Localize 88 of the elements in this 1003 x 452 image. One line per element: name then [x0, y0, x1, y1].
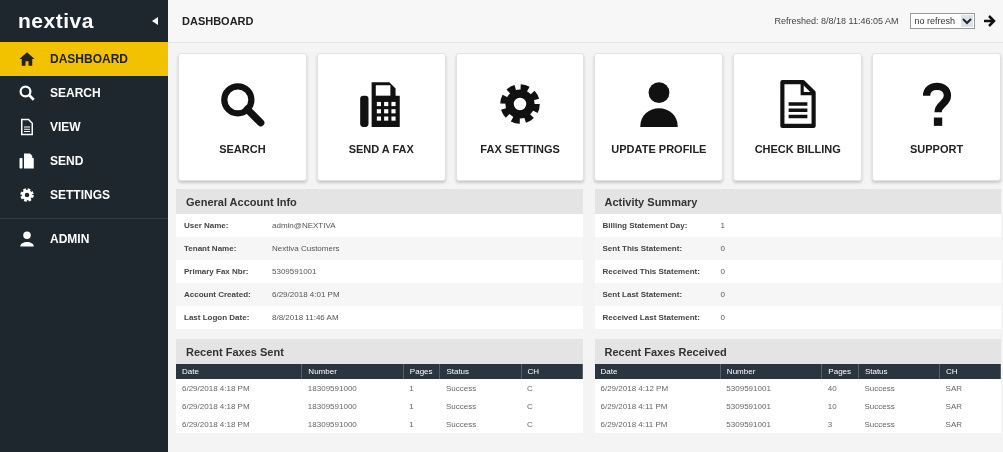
sidebar-item[interactable]: DASHBOARD [0, 42, 168, 76]
field-value: 6/29/2018 4:01 PM [272, 290, 340, 299]
field-value: 0 [720, 290, 725, 299]
panel-title: Recent Faxes Received [604, 345, 727, 358]
column-header[interactable]: Date [176, 364, 302, 379]
field-value: 1 [720, 221, 725, 230]
table-cell-text: 6/29/2018 4:18 PM [181, 418, 251, 431]
field-label: Tenant Name: [184, 244, 238, 253]
field-label: Received Last Statement: [602, 313, 701, 322]
field-value: 8/8/2018 11:46 AM [272, 313, 339, 322]
field-value: 0 [720, 244, 725, 253]
logo: nextiva [18, 9, 94, 33]
table-cell-text: 1 [408, 418, 415, 431]
sidebar-item[interactable]: SEND [0, 144, 168, 178]
panel-title: Recent Faxes Sent [186, 345, 284, 358]
column-header[interactable]: CH [939, 364, 1001, 379]
table-cell-text: SAR [944, 400, 964, 413]
sidebar-item[interactable]: VIEW [0, 110, 168, 144]
page-title: DASHBOARD [182, 15, 255, 27]
field-label: Sent Last Statement: [602, 290, 684, 299]
table-cell-text: 5309591001 [725, 400, 772, 413]
table-cell-text: 6/29/2018 4:11 PM [599, 418, 669, 431]
document-icon [18, 118, 36, 136]
field-label: Billing Statement Day: [602, 221, 689, 230]
table-cell: 6/29/2018 4:12 PM [594, 379, 721, 397]
column-header[interactable]: Number [301, 364, 404, 379]
dashboard-tile[interactable]: SUPPORT [872, 53, 1001, 181]
column-header[interactable]: Status [439, 364, 522, 379]
dashboard-tile[interactable]: CHECK BILLING [733, 53, 863, 181]
home-icon [18, 50, 36, 68]
table-cell: 1 [403, 379, 440, 397]
table-cell-text: C [526, 400, 534, 413]
table-cell-text: 6/29/2018 4:18 PM [181, 400, 251, 413]
table-cell-text: 5309591001 [725, 418, 772, 431]
field-value: Nextiva Customers [272, 244, 340, 253]
sidebar-item[interactable]: SEARCH [0, 76, 168, 110]
collapse-icon[interactable] [152, 17, 158, 25]
field-value: admin@NEXTIVA [272, 221, 336, 230]
table-cell-text: C [526, 418, 534, 431]
field-value: 0 [720, 313, 725, 322]
table-cell-text: 18309591000 [306, 418, 358, 431]
refresh-select[interactable]: no refresh [910, 13, 975, 29]
table-cell-text: 18309591000 [306, 400, 358, 413]
refreshed-time: Refreshed: 8/8/18 11:46:05 AM [774, 16, 899, 26]
table-cell: 5309591001 [720, 379, 822, 397]
panel-title: Activity Summary [604, 195, 698, 208]
table-cell-text: SAR [944, 418, 964, 431]
table-cell-text: Success [444, 400, 478, 413]
table-cell-text: 6/29/2018 4:11 PM [599, 400, 669, 413]
field-label: Last Logon Date: [184, 313, 251, 322]
column-header[interactable]: Number [720, 364, 822, 379]
table-cell-text: 3 [826, 418, 834, 431]
dashboard-tile[interactable]: UPDATE PROFILE [594, 53, 724, 181]
dashboard-tile[interactable]: FAX SETTINGS [455, 53, 585, 181]
table-cell-text: Success [863, 400, 896, 413]
table-cell: C [521, 379, 582, 397]
table-cell: 6/29/2018 4:18 PM [176, 379, 302, 397]
field-label: Sent This Statement: [602, 244, 684, 253]
chevron-down-icon [961, 15, 973, 27]
field-value: 5309591001 [272, 267, 317, 276]
table-cell-text: Success [444, 418, 478, 431]
user-icon [18, 230, 36, 248]
table-cell: 18309591000 [301, 379, 404, 397]
table-cell-text: 1 [408, 400, 415, 413]
column-header[interactable]: CH [521, 364, 582, 379]
dashboard-tile[interactable]: SEARCH [178, 53, 307, 181]
gear-icon [18, 186, 36, 204]
search-icon [18, 84, 36, 102]
table-cell: SAR [939, 379, 1001, 397]
sidebar-item[interactable]: ADMIN [0, 218, 168, 259]
table-cell: Success [439, 379, 522, 397]
table-cell-text: 10 [826, 400, 838, 413]
column-header[interactable]: Date [594, 364, 721, 379]
dashboard-tile[interactable]: SEND A FAX [316, 53, 446, 181]
panel-title: General Account Info [186, 195, 297, 208]
field-value: 0 [720, 267, 725, 276]
field-label: Received This Statement: [602, 267, 701, 276]
field-label: Account Created: [184, 290, 252, 299]
column-header[interactable]: Status [858, 364, 940, 379]
column-header[interactable]: Pages [403, 364, 440, 379]
field-label: Primary Fax Nbr: [184, 267, 250, 276]
sidebar-item[interactable]: SETTINGS [0, 178, 168, 212]
table-cell: 40 [821, 379, 859, 397]
table-cell: Success [858, 379, 940, 397]
field-label: User Name: [184, 221, 230, 230]
arrow-right-icon[interactable] [983, 15, 997, 27]
column-header[interactable]: Pages [821, 364, 859, 379]
table-cell-text: Success [863, 418, 896, 431]
